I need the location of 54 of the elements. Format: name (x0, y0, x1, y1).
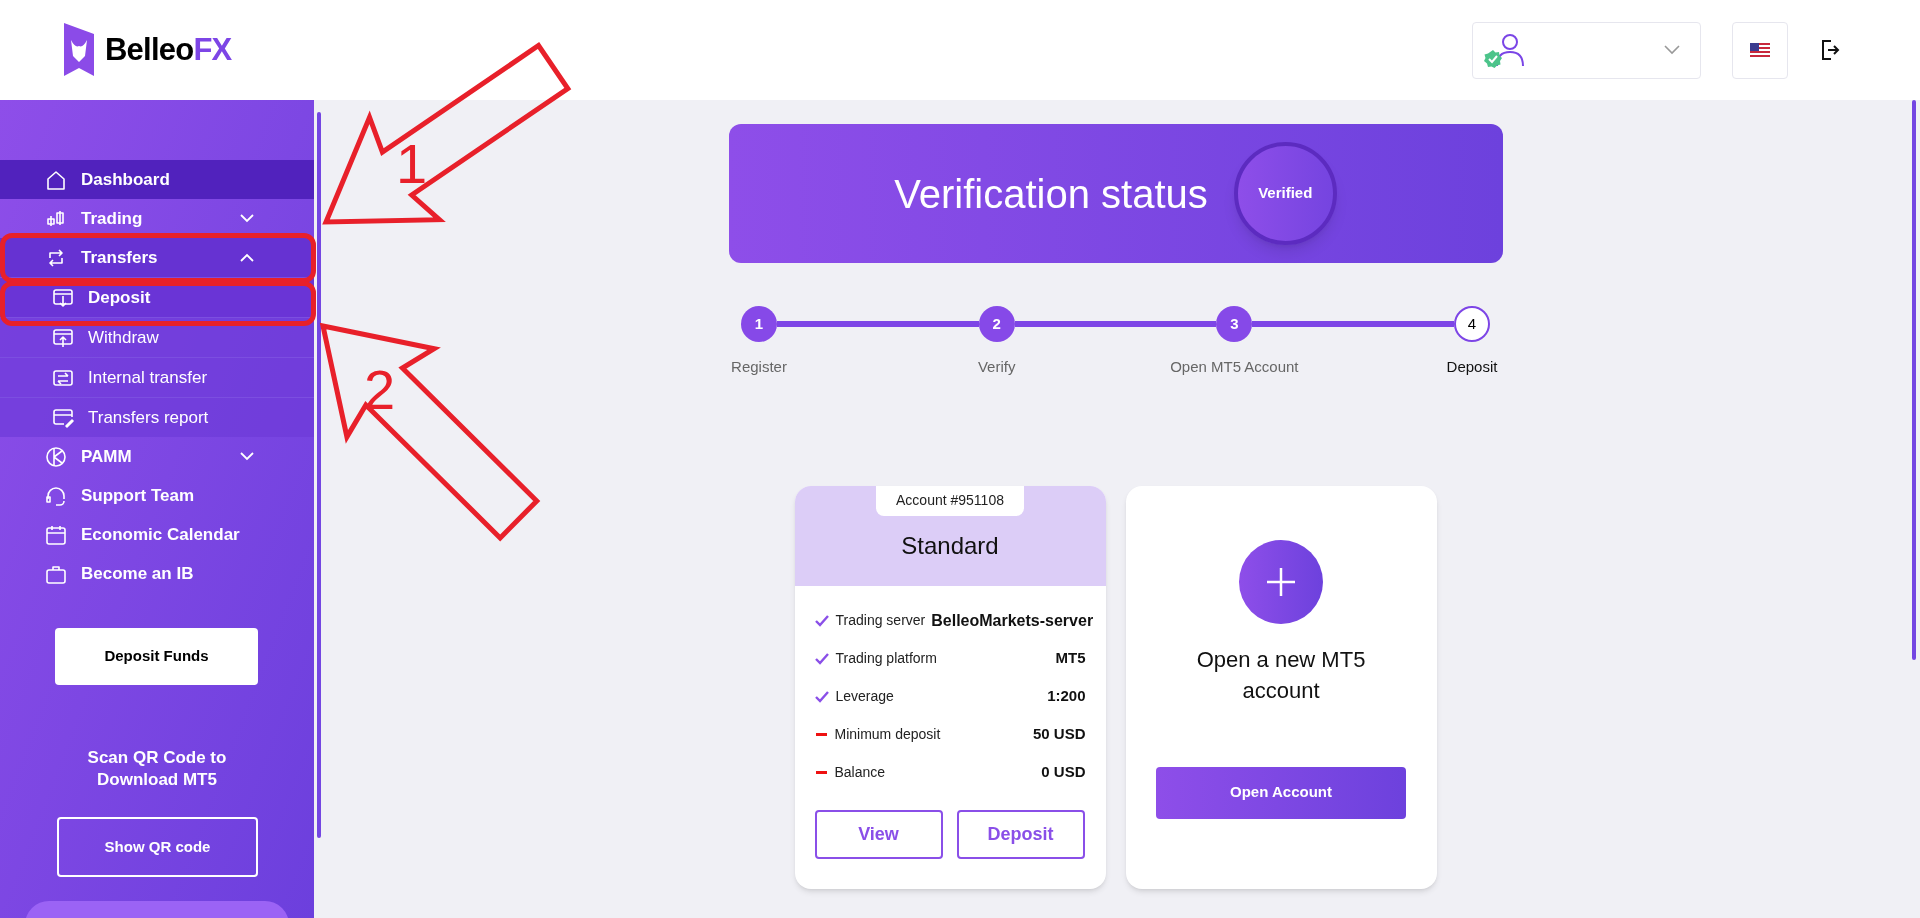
sidebar-item[interactable]: Transfers (0, 238, 314, 277)
verified-badge: Verified (1233, 142, 1337, 245)
banner-title: Verification status (894, 170, 1208, 218)
row-value: MT5 (1054, 648, 1086, 669)
flag-icon (1750, 43, 1770, 57)
deposit-funds-button[interactable]: Deposit Funds (55, 628, 258, 685)
deposit-button[interactable]: Deposit (956, 809, 1085, 859)
withdraw-icon (52, 326, 74, 349)
deposit-icon (52, 286, 74, 309)
new-account-title: Open a new MT5 account (1196, 645, 1366, 705)
row-value: 0 USD (1040, 762, 1086, 783)
sidebar-item[interactable]: Become an IB (0, 554, 314, 593)
sidebar-item[interactable]: PAMM (0, 437, 314, 476)
row-value: 50 USD (1031, 724, 1086, 745)
logo-icon (63, 22, 95, 78)
row-value: BelleoMarkets-server (930, 610, 1094, 631)
sidebar-item[interactable]: Dashboard (0, 160, 314, 199)
step-label: Verify (977, 357, 1016, 377)
annotation-number: 2 (364, 362, 396, 418)
scrollbar-thumb[interactable] (1912, 100, 1916, 660)
step-label: Register (731, 357, 787, 377)
row-label: Leverage (835, 687, 894, 706)
home-icon (45, 168, 67, 191)
row-label: Minimum deposit (834, 725, 941, 744)
step-label: Open MT5 Account (1170, 357, 1299, 377)
sidebar-item[interactable]: Trading (0, 199, 314, 238)
open-account-button[interactable]: Open Account (1156, 766, 1406, 819)
row-label: Balance (834, 763, 886, 782)
chevron-down-icon (240, 452, 254, 461)
row-value: 1:200 (1046, 686, 1086, 707)
chevron-down-icon (240, 214, 254, 223)
show-qr-button[interactable]: Show QR code (57, 817, 258, 877)
qr-caption: Scan QR Code to Download MT5 (86, 747, 228, 791)
logo-wordmark: BelleoFX (105, 30, 232, 69)
card-edit-icon (52, 406, 74, 429)
sidebar-item[interactable]: Support Team (0, 476, 314, 515)
scrollbar-thumb[interactable] (316, 112, 321, 838)
calendar-icon (45, 523, 67, 546)
view-button[interactable]: View (814, 809, 943, 859)
sidebar-item[interactable]: Economic Calendar (0, 515, 314, 554)
annotation-number: 1 (396, 136, 428, 192)
logout-icon[interactable] (1820, 39, 1840, 61)
chevron-up-icon (240, 253, 254, 262)
account-type: Standard (901, 530, 999, 561)
sidebar-subitem[interactable]: Transfers report (0, 397, 314, 437)
pie-chart-icon (45, 445, 67, 468)
headset-icon (45, 484, 67, 507)
row-label: Trading platform (835, 649, 937, 668)
row-label: Trading server (835, 611, 926, 630)
sidebar-subitem[interactable]: Internal transfer (0, 357, 314, 397)
step-label: Deposit (1446, 357, 1498, 377)
plus-icon (1266, 566, 1296, 597)
chevron-down-icon (1664, 45, 1680, 55)
language-button[interactable] (1732, 21, 1788, 79)
